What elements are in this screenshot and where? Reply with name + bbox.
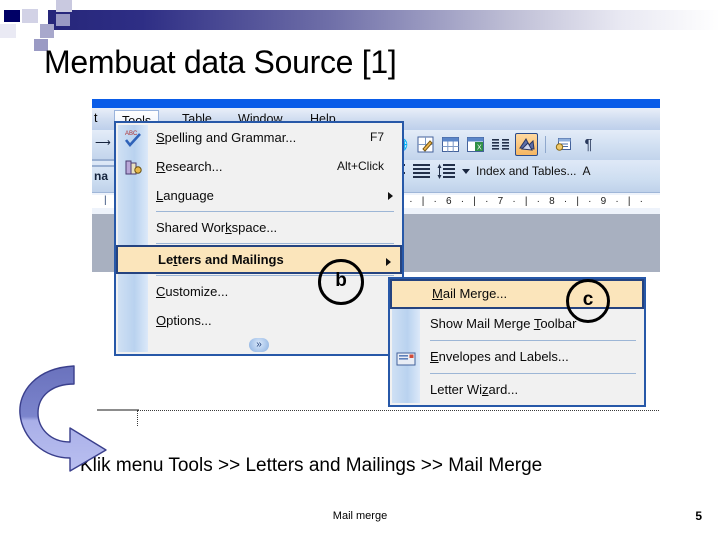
submenu-separator-1 xyxy=(430,340,636,341)
shortcut-research: Alt+Click xyxy=(336,159,384,173)
toolbar-fragment-line-2 xyxy=(92,165,114,167)
submenu-item-envelopes-and-labels[interactable]: Envelopes and Labels... xyxy=(390,342,644,372)
curved-arrow-annotation xyxy=(18,358,123,473)
menu-separator-1 xyxy=(156,211,394,212)
document-map-icon[interactable] xyxy=(553,134,574,155)
shortcut-spelling: F7 xyxy=(369,130,384,144)
research-icon xyxy=(122,156,143,177)
svg-text:X: X xyxy=(477,145,482,152)
toolbar-trailing-label: A xyxy=(582,164,591,178)
tools-menu-items: ABC Spelling and Grammar... F7 Research.… xyxy=(116,123,402,354)
slide-page-number: 5 xyxy=(695,509,702,523)
menu-item-shared-workspace[interactable]: Shared Workspace... xyxy=(116,213,402,242)
insert-table-icon[interactable] xyxy=(440,134,461,155)
toolbar-fragment-arrow-icon: ⟶ xyxy=(95,137,111,149)
toolbar-fragment-text: na xyxy=(94,169,109,183)
show-formatting-marks-icon[interactable]: ¶ xyxy=(578,134,599,155)
drawing-edit-icon[interactable] xyxy=(415,134,436,155)
page-text-boundary xyxy=(137,410,660,427)
chevron-down-icon[interactable] xyxy=(462,168,470,174)
toolbar-row-2-group: Index and Tables... A xyxy=(387,163,591,179)
toolbar-fragment-line-1 xyxy=(92,159,114,161)
menu-item-options[interactable]: Options... xyxy=(116,306,402,335)
tools-dropdown-menu: ABC Spelling and Grammar... F7 Research.… xyxy=(114,121,404,356)
slide-header-decoration xyxy=(0,0,720,51)
style-box-label[interactable]: Index and Tables... xyxy=(476,164,577,178)
envelope-label-icon xyxy=(396,348,416,366)
callout-b: b xyxy=(318,259,364,305)
spelling-check-icon: ABC xyxy=(122,127,143,148)
ruler-tick-labels: · 5 · | · 6 · | · 7 · | · 8 · | · 9 · | … xyxy=(382,196,647,207)
deco-square-5 xyxy=(56,14,70,26)
menu-expand-button[interactable]: » xyxy=(116,335,402,354)
footer-text: Mail merge xyxy=(332,510,388,522)
page-title: Membuat data Source [1] xyxy=(44,44,397,80)
word-screenshot: t Tools Table Window Help 🌐 X ¶ xyxy=(92,99,660,427)
columns-icon[interactable] xyxy=(490,134,511,155)
submenu-item-letter-wizard[interactable]: Letter Wizard... xyxy=(390,375,644,405)
menubar-left-fragment: t xyxy=(94,111,98,125)
submenu-arrow-icon xyxy=(386,258,391,266)
line-spacing-icon[interactable] xyxy=(437,163,456,179)
toolbar-separator xyxy=(545,136,546,153)
submenu-arrow-icon xyxy=(388,192,393,200)
deco-square-4 xyxy=(56,0,72,12)
deco-square-3 xyxy=(40,24,54,38)
ruler-fragment-tick: | xyxy=(104,195,107,206)
deco-square-1 xyxy=(4,10,20,22)
menu-separator-2 xyxy=(156,243,394,244)
menu-item-research[interactable]: Research... Alt+Click xyxy=(116,152,402,181)
svg-text:ABC: ABC xyxy=(125,131,138,137)
callout-c: c xyxy=(566,279,610,323)
drawing-toolbar-icon[interactable] xyxy=(515,133,538,156)
submenu-separator-2 xyxy=(430,373,636,374)
toolbar-icon-group: 🌐 X ¶ xyxy=(390,133,599,156)
align-justify-icon[interactable] xyxy=(412,163,431,179)
chevron-double-down-icon: » xyxy=(249,337,269,352)
slide-caption: Klik menu Tools >> Letters and Mailings … xyxy=(80,455,543,476)
deco-square-2 xyxy=(22,9,38,23)
deco-square-7 xyxy=(0,24,16,38)
header-gradient-bar xyxy=(48,10,720,30)
menu-item-language[interactable]: Language xyxy=(116,181,402,210)
insert-excel-worksheet-icon[interactable]: X xyxy=(465,134,486,155)
menu-item-spelling-and-grammar[interactable]: ABC Spelling and Grammar... F7 xyxy=(116,123,402,152)
